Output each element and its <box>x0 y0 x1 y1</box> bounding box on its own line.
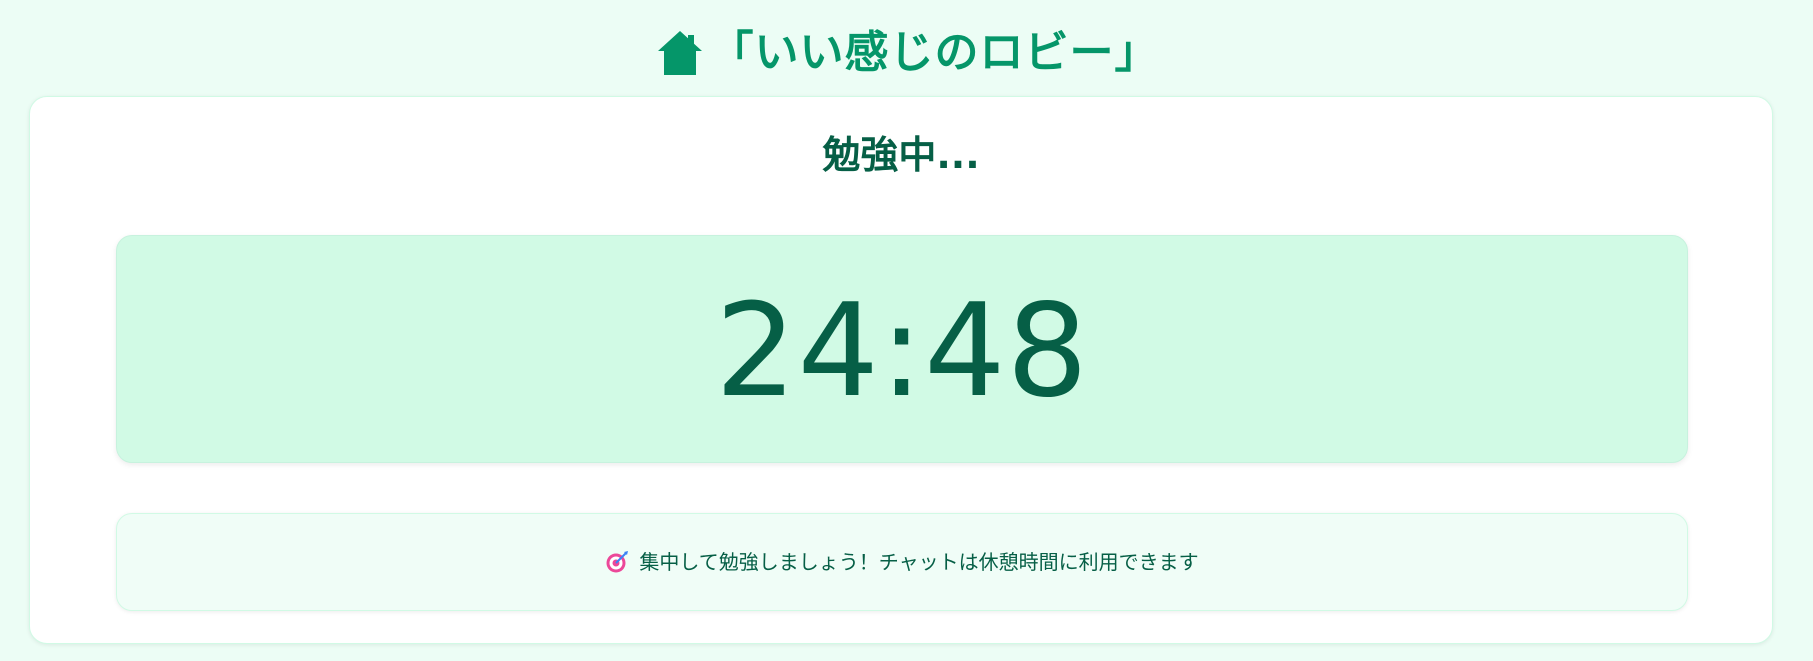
countdown-timer: 24:48 <box>715 277 1089 426</box>
study-notice: 集中して勉強しましょう！チャットは休憩時間に利用できます <box>116 513 1688 611</box>
app-title: 「いい感じのロビー」 <box>709 27 1160 78</box>
app-header: 「いい感じのロビー」 <box>0 22 1813 84</box>
target-icon <box>605 550 629 574</box>
home-icon <box>654 27 706 79</box>
study-notice-text: 集中して勉強しましょう！チャットは休憩時間に利用できます <box>639 550 1199 574</box>
timer-panel: 24:48 <box>116 235 1688 463</box>
study-status-title: 勉強中... <box>822 133 980 177</box>
study-card: 勉強中... 24:48 集中して勉強しましょう！チャットは休憩時間に利用できま… <box>29 96 1773 644</box>
